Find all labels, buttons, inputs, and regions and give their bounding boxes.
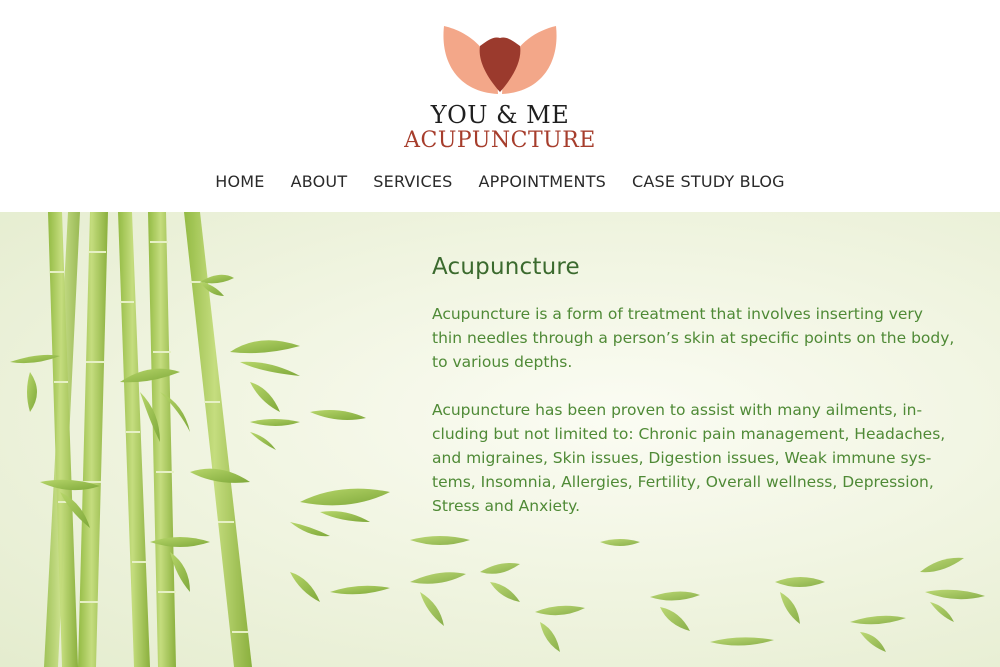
intro-paragraph: Acupuncture is a form of treatment that … xyxy=(432,305,955,371)
benefits-paragraph: Acupuncture has been proven to assist wi… xyxy=(432,401,946,515)
brand-name: YOU & ME xyxy=(430,101,570,129)
brand-subtitle: ACUPUNCTURE xyxy=(404,128,596,153)
page-title: Acupuncture xyxy=(432,254,580,280)
nav-about[interactable]: ABOUT xyxy=(291,172,348,191)
main-content: Acupuncture Acupuncture is a form of tre… xyxy=(432,254,957,542)
site-header: YOU & ME ACUPUNCTURE HOME ABOUT SERVICES… xyxy=(0,0,1000,212)
nav-home[interactable]: HOME xyxy=(215,172,264,191)
lotus-logo-icon[interactable] xyxy=(440,22,560,96)
hero-section: Acupuncture Acupuncture is a form of tre… xyxy=(0,212,1000,667)
nav-appointments[interactable]: APPOINTMENTS xyxy=(479,172,607,191)
main-nav: HOME ABOUT SERVICES APPOINTMENTS CASE ST… xyxy=(0,172,1000,191)
falling-leaves xyxy=(410,536,985,652)
nav-services[interactable]: SERVICES xyxy=(373,172,452,191)
nav-case-study-blog[interactable]: CASE STUDY BLOG xyxy=(632,172,785,191)
